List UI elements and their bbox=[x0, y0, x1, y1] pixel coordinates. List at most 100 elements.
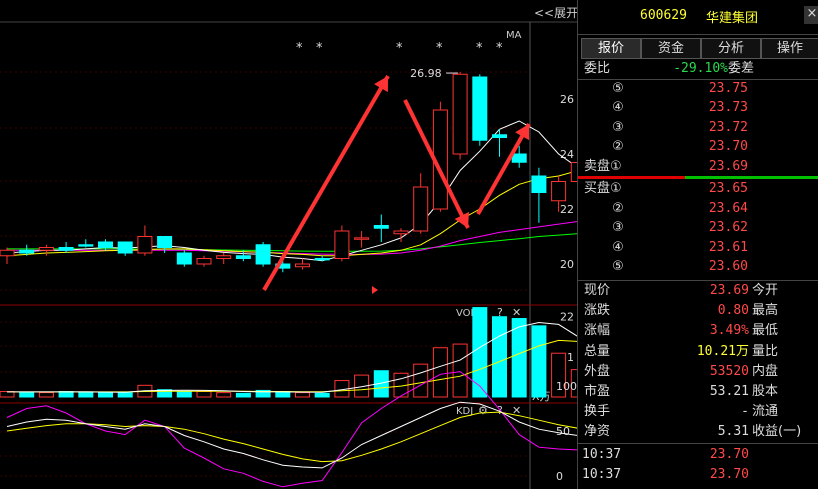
level-number-icon: ⑤ bbox=[612, 259, 624, 275]
candle-body bbox=[157, 236, 173, 248]
sell-level-row: 卖盘① 23.69 bbox=[578, 157, 818, 177]
star-mark: * bbox=[396, 41, 403, 56]
candle-body bbox=[255, 244, 271, 265]
candle-body bbox=[295, 263, 310, 268]
candle-body bbox=[216, 255, 232, 259]
stat-right-label: 最高 bbox=[752, 303, 779, 319]
candle-body bbox=[314, 258, 330, 261]
candle-body bbox=[78, 244, 94, 247]
candle-body bbox=[19, 249, 35, 254]
candle-body bbox=[531, 175, 547, 193]
price-tick-label: 22 bbox=[560, 203, 574, 216]
tick-row: 10:37 23.70 bbox=[578, 445, 818, 465]
star-mark: * bbox=[296, 41, 303, 56]
stat-label: 总量 bbox=[584, 343, 611, 359]
volume-bar bbox=[432, 347, 448, 398]
volume-bar bbox=[117, 392, 133, 398]
stat-row: 涨跌 0.80 最高 bbox=[578, 301, 818, 321]
candle-body bbox=[354, 237, 370, 240]
stat-row: 外盘 53520 内盘 bbox=[578, 362, 818, 382]
stat-label: 外盘 bbox=[584, 363, 611, 379]
level-number-icon: ④ bbox=[612, 100, 624, 116]
buy-level-row: ③ 23.62 bbox=[578, 218, 818, 238]
stat-right-label: 今开 bbox=[752, 283, 779, 298]
close-icon[interactable]: × bbox=[804, 6, 818, 24]
tab-quote[interactable]: 报价 bbox=[581, 38, 641, 59]
stat-right-label: 流通 bbox=[752, 404, 779, 420]
buy-level-row: ⑤ 23.60 bbox=[578, 257, 818, 277]
tick-time: 10:37 bbox=[582, 447, 622, 462]
price-tick-label: 26 bbox=[560, 93, 574, 106]
volume-bar bbox=[19, 391, 35, 398]
volume-bar bbox=[452, 343, 468, 398]
stat-row: 市盈 53.21 股本 bbox=[578, 382, 818, 402]
sell-price: 23.72 bbox=[708, 119, 748, 135]
candle-body bbox=[0, 249, 15, 257]
sell-price: 23.73 bbox=[708, 100, 748, 116]
stat-right-label: 股本 bbox=[752, 384, 779, 399]
tab-funds[interactable]: 资金 bbox=[641, 38, 701, 59]
candle-body bbox=[393, 230, 409, 235]
volume-bar bbox=[78, 391, 94, 398]
candle-body bbox=[492, 134, 507, 138]
stock-header: 600629 华建集团 × bbox=[578, 0, 818, 35]
candle-body bbox=[98, 241, 113, 248]
stat-right-label: 内盘 bbox=[752, 363, 779, 379]
candle-body bbox=[413, 186, 429, 232]
buy-price: 23.62 bbox=[708, 220, 748, 236]
expand-button[interactable]: <<展开 bbox=[534, 6, 577, 20]
stat-label: 涨跌 bbox=[584, 303, 611, 319]
level-number-icon: ④ bbox=[612, 239, 624, 255]
volume-bar bbox=[176, 391, 192, 398]
stat-row: 涨幅 3.49% 最低 bbox=[578, 321, 818, 341]
weibi-value: -29.10% bbox=[673, 61, 728, 76]
star-mark: * bbox=[436, 41, 443, 56]
buy-price: 23.61 bbox=[708, 239, 748, 255]
tick-price: 23.70 bbox=[709, 447, 749, 462]
candle-body bbox=[137, 236, 153, 254]
vol-close-icon[interactable]: ✕ bbox=[512, 306, 521, 319]
buy-price: 23.64 bbox=[708, 200, 748, 216]
stock-name: 华建集团 bbox=[706, 11, 759, 26]
stat-value: 0.80 bbox=[717, 303, 749, 319]
star-mark: * bbox=[476, 41, 483, 56]
volume-bar bbox=[216, 392, 232, 398]
stat-label: 涨幅 bbox=[584, 323, 611, 339]
stat-value: 3.49% bbox=[709, 323, 749, 339]
stat-row: 净资 5.31 收益(一) bbox=[578, 422, 818, 442]
stock-code: 600629 bbox=[640, 8, 687, 23]
sell-level-row: ⑤ 23.75 bbox=[578, 79, 818, 99]
kline-chart-area[interactable]: <<展开 MA ****** 26242220 26.98 VOL ⚙ ? ✕ … bbox=[0, 0, 577, 489]
level-number-icon: ③ bbox=[612, 220, 624, 236]
kdj-tick-label: 0 bbox=[556, 470, 563, 483]
stat-label: 市盈 bbox=[584, 384, 611, 399]
star-mark: * bbox=[316, 41, 323, 56]
volume-bar bbox=[511, 318, 527, 398]
star-mark: * bbox=[496, 41, 503, 56]
volume-bar bbox=[38, 392, 54, 398]
divider bbox=[578, 443, 818, 444]
stat-value: 53.21 bbox=[709, 384, 749, 399]
candle-body bbox=[472, 76, 488, 141]
volume-bar bbox=[235, 392, 251, 398]
sell-label: 卖盘① bbox=[584, 158, 622, 174]
volume-bar bbox=[98, 392, 113, 398]
stat-value: - bbox=[741, 404, 749, 420]
buy-level-row: ② 23.64 bbox=[578, 199, 818, 219]
vol-tick-label: 22 bbox=[560, 311, 574, 324]
buy-level-row: 买盘① 23.65 bbox=[578, 179, 818, 199]
stat-value: 53520 bbox=[709, 363, 749, 379]
quote-panel: 600629 华建集团 × 报价 资金 分析 操作 委比 -29.10% 委差 … bbox=[577, 0, 818, 489]
candle-body bbox=[373, 225, 389, 229]
volume-bar bbox=[314, 392, 330, 398]
kdj-tick-label: 50 bbox=[556, 425, 570, 438]
candle-body bbox=[38, 247, 54, 251]
candle-body bbox=[117, 241, 133, 254]
tab-operate[interactable]: 操作 bbox=[761, 38, 818, 59]
tab-analysis[interactable]: 分析 bbox=[701, 38, 761, 59]
stat-label: 换手 bbox=[584, 404, 611, 420]
sell-level-row: ④ 23.73 bbox=[578, 98, 818, 118]
sell-price: 23.75 bbox=[708, 81, 748, 96]
stat-label: 净资 bbox=[584, 424, 611, 440]
buy-level-row: ④ 23.61 bbox=[578, 238, 818, 258]
